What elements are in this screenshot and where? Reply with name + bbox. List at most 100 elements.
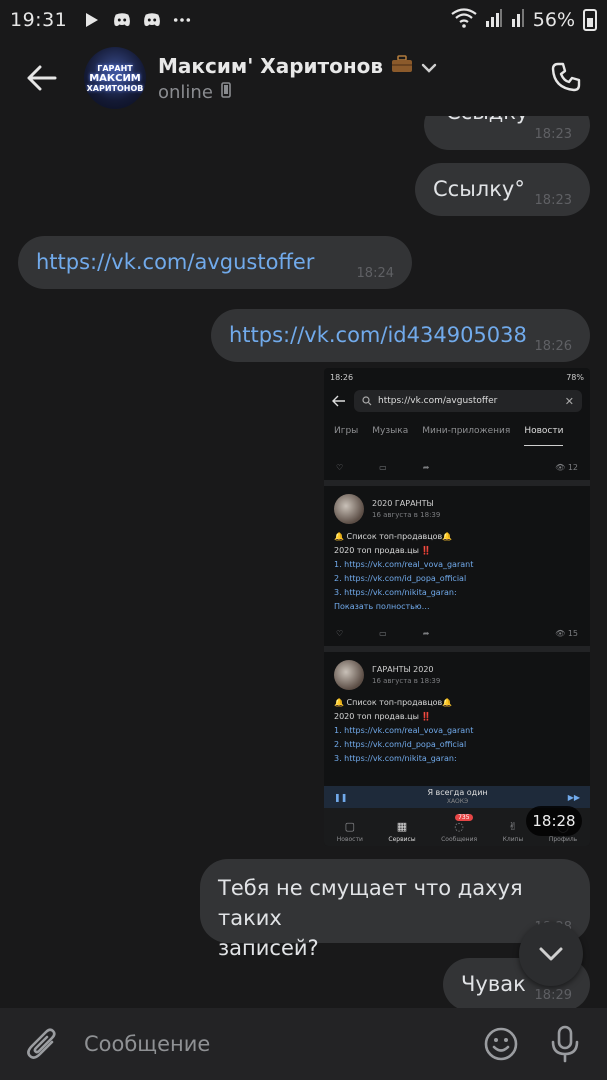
pause-icon: ❚❚ xyxy=(334,792,348,802)
contact-status-row: online xyxy=(158,82,437,103)
shot-post: ГАРАНТЫ 2020 16 августа в 18:39 🔔 Список… xyxy=(324,652,590,772)
post-line: 🔔 Список топ-продавцов🔔 xyxy=(334,698,453,707)
message-bubble-outgoing[interactable]: https://vk.com/id434905038 18:26 xyxy=(211,309,590,362)
shot-address-bar: https://vk.com/avgustoffer ✕ xyxy=(324,386,590,416)
battery-icon xyxy=(583,9,597,31)
chat-header: ГАРАНТ МАКСИМ ХАРИТОНОВ Максим' Харитоно… xyxy=(0,40,607,116)
post-author: ГАРАНТЫ 2020 xyxy=(372,665,434,674)
clips-icon: ✌ xyxy=(508,820,518,833)
post-link: 1. https://vk.com/real_vova_garant xyxy=(334,560,474,569)
shot-status-time: 18:26 xyxy=(330,372,354,382)
heart-icon: ♡ xyxy=(336,628,344,638)
post-line: 🔔 Список топ-продавцов🔔 xyxy=(334,532,453,541)
comment-icon: ▭ xyxy=(379,628,387,638)
message-link[interactable]: https://vk.com/avgustoffer xyxy=(36,250,314,274)
views-count: 👁 15 xyxy=(555,628,578,638)
post-date: 16 августа в 18:39 xyxy=(372,677,441,685)
message-bubble-outgoing[interactable]: Ссыдку 18:23 xyxy=(424,116,590,150)
avatar-text-mid: МАКСИМ xyxy=(89,72,141,84)
message-text: Чувак xyxy=(461,972,526,996)
battery-percent: 56% xyxy=(532,9,575,31)
paperclip-icon xyxy=(27,1028,56,1059)
message-bubble-incoming[interactable]: https://vk.com/avgustoffer 18:24 xyxy=(18,236,412,289)
chevron-down-icon[interactable] xyxy=(421,54,437,78)
next-icon: ▶▶ xyxy=(567,792,580,802)
message-text: Ссылку° xyxy=(433,177,525,201)
post-link: 2. https://vk.com/id_popa_official xyxy=(334,740,467,749)
post-avatar xyxy=(334,494,364,524)
nav-label: Новости xyxy=(336,836,363,843)
briefcase-icon xyxy=(391,54,413,78)
post-more: Показать полностью… xyxy=(334,602,430,611)
views-count: 👁 12 xyxy=(555,462,578,472)
message-bubble-outgoing[interactable]: Ссылку° 18:23 xyxy=(415,163,590,216)
messages-badge: 735 xyxy=(455,814,473,821)
contact-name: Максим' Харитонов xyxy=(158,53,384,78)
shot-status-battery: 78% xyxy=(566,372,584,382)
contact-name-row: Максим' Харитонов xyxy=(158,54,437,78)
shot-audio-player: ❚❚ Я всегда один ХАОКЭ ▶▶ xyxy=(324,786,590,808)
composer: Сообщение xyxy=(0,1008,607,1080)
shot-post-actions: ♡ ▭ ➦ 👁 15 xyxy=(324,620,590,646)
services-icon: ▦ xyxy=(396,820,408,833)
shot-tab-active: Новости xyxy=(524,426,564,446)
avatar-text-bot: ХАРИТОНОВ xyxy=(86,83,144,93)
discord-icon-2 xyxy=(143,11,161,29)
share-icon: ➦ xyxy=(422,462,430,472)
message-text: Ссыдку xyxy=(446,116,528,124)
post-link: 1. https://vk.com/real_vova_garant xyxy=(334,726,474,735)
post-line: 2020 топ продав.цы ‼️ xyxy=(334,712,432,721)
arrow-left-icon xyxy=(27,65,57,91)
message-time: 18:23 xyxy=(534,193,572,208)
post-avatar xyxy=(334,660,364,690)
contact-status: online xyxy=(158,81,213,103)
attach-button[interactable] xyxy=(20,1022,64,1066)
message-time: 18:29 xyxy=(534,988,572,1003)
contact-info[interactable]: Максим' Харитонов online xyxy=(158,54,437,103)
scroll-down-button[interactable] xyxy=(519,922,583,986)
news-icon: ▢ xyxy=(344,820,356,833)
discord-icon xyxy=(113,11,131,29)
emoji-icon xyxy=(484,1027,518,1061)
post-line: 2020 топ продав.цы ‼️ xyxy=(334,546,432,555)
message-input[interactable]: Сообщение xyxy=(84,1032,479,1056)
chevron-down-icon xyxy=(539,947,563,961)
comment-icon: ▭ xyxy=(379,462,387,472)
shot-url-field: https://vk.com/avgustoffer ✕ xyxy=(354,390,582,412)
messages-icon: ◌ xyxy=(454,820,464,833)
search-icon xyxy=(362,396,372,406)
shot-tab: Мини-приложения xyxy=(422,426,511,436)
message-time: 18:24 xyxy=(356,266,394,281)
post-link: 2. https://vk.com/id_popa_official xyxy=(334,574,467,583)
image-time: 18:28 xyxy=(526,806,582,836)
mobile-device-icon xyxy=(221,81,231,103)
message-time: 18:26 xyxy=(534,339,572,354)
player-track: Я всегда один xyxy=(427,788,488,797)
shot-post-actions: ♡ ▭ ➦ 👁 12 xyxy=(324,454,590,480)
share-icon: ➦ xyxy=(422,628,430,638)
phone-icon xyxy=(551,62,581,92)
post-author: 2020 ГАРАНТЫ xyxy=(372,499,434,508)
post-date: 16 августа в 18:39 xyxy=(372,511,441,519)
wifi-icon xyxy=(451,7,477,33)
close-icon: ✕ xyxy=(564,394,574,408)
image-attachment[interactable]: 18:26 78% https://vk.com/avgustoffer ✕ И… xyxy=(324,368,590,846)
voice-message-button[interactable] xyxy=(543,1022,587,1066)
nav-label: Сервисы xyxy=(388,836,416,843)
signal-icon xyxy=(485,8,503,32)
nav-label: Сообщения xyxy=(441,836,478,843)
arrow-left-icon xyxy=(332,395,345,407)
shot-post: 2020 ГАРАНТЫ 16 августа в 18:39 🔔 Список… xyxy=(324,486,590,620)
post-link: 3. https://vk.com/nikita_garan: xyxy=(334,588,457,597)
message-link[interactable]: https://vk.com/id434905038 xyxy=(229,323,527,347)
status-time: 19:31 xyxy=(10,9,68,31)
shot-tabs: Игры Музыка Мини-приложения Новости xyxy=(324,416,590,446)
shot-tab: Музыка xyxy=(372,426,409,436)
emoji-button[interactable] xyxy=(479,1022,523,1066)
avatar[interactable]: ГАРАНТ МАКСИМ ХАРИТОНОВ xyxy=(84,47,146,109)
call-button[interactable] xyxy=(543,54,589,100)
back-button[interactable] xyxy=(14,50,70,106)
message-list[interactable]: Ссыдку 18:23 Ссылку° 18:23 https://vk.co… xyxy=(0,116,607,1008)
shot-tab: Игры xyxy=(334,426,359,436)
avatar-text-top: ГАРАНТ xyxy=(97,63,133,73)
